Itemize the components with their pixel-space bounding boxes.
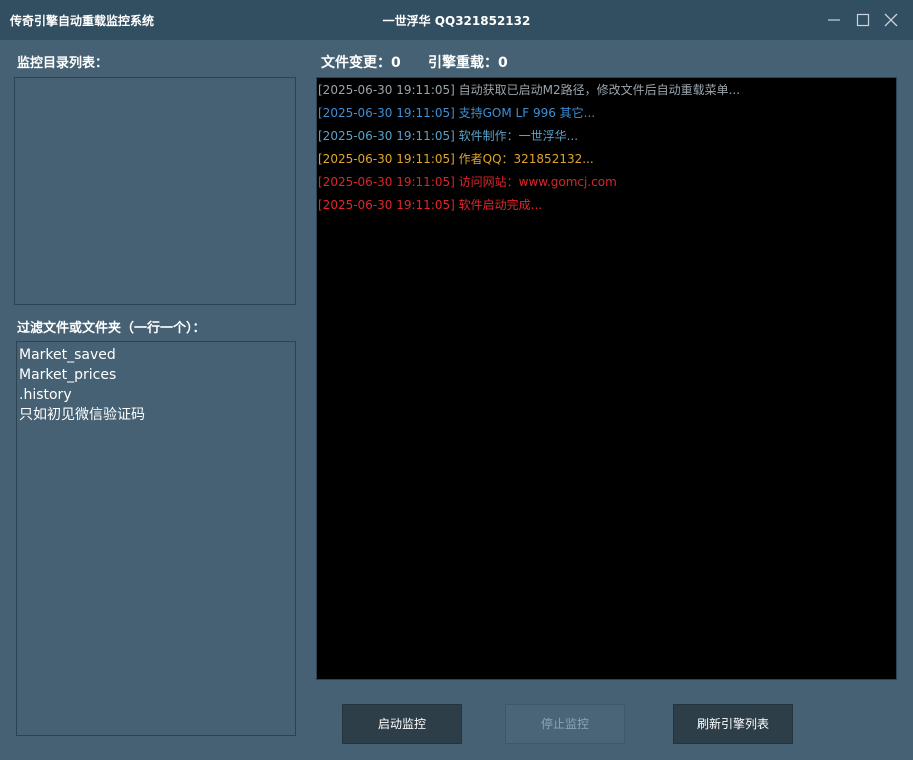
log-line: [2025-06-30 19:11:05] 软件启动完成... [318,198,543,212]
author-title: 一世浮华 QQ321852132 [382,14,531,28]
stop-monitor-button[interactable]: 停止监控 [505,704,625,744]
close-icon [884,13,898,27]
log-line: [2025-06-30 19:11:05] 支持GOM LF 996 其它... [318,106,596,120]
filter-label: 过滤文件或文件夹（一行一个）： [17,321,206,336]
log-line: [2025-06-30 19:11:05] 访问网站：www.gomcj.com [318,175,617,189]
monitor-dirs-label: 监控目录列表： [17,56,109,71]
close-button[interactable] [881,10,901,30]
log-line: [2025-06-30 19:11:05] 软件制作：一世浮华... [318,129,579,143]
engine-reload-count: 0 [498,55,508,71]
log-console[interactable]: [2025-06-30 19:11:05] 自动获取已启动M2路径，修改文件后自… [316,77,897,680]
filter-textarea[interactable]: Market_saved Market_prices .history 只如初见… [16,341,296,736]
filter-item: Market_saved [19,347,116,363]
log-line: [2025-06-30 19:11:05] 自动获取已启动M2路径，修改文件后自… [318,83,741,97]
engine-reload-stat: 引擎重载：0 [428,52,508,72]
minimize-icon [828,19,840,21]
filter-item: 只如初见微信验证码 [19,407,145,423]
minimize-button[interactable] [824,10,844,30]
filter-item: .history [19,387,72,403]
maximize-icon [856,13,870,27]
engine-reload-label: 引擎重载： [428,55,498,71]
start-monitor-button[interactable]: 启动监控 [342,704,462,744]
refresh-engine-list-button[interactable]: 刷新引擎列表 [673,704,793,744]
file-change-label: 文件变更： [321,55,391,71]
maximize-button[interactable] [853,10,873,30]
log-line: [2025-06-30 19:11:05] 作者QQ：321852132... [318,152,594,166]
filter-item: Market_prices [19,367,117,383]
title-bar: 传奇引擎自动重载监控系统 一世浮华 QQ321852132 [0,0,913,40]
file-change-count: 0 [391,55,401,71]
monitor-dirs-list[interactable] [14,77,296,305]
file-change-stat: 文件变更：0 [321,52,401,72]
